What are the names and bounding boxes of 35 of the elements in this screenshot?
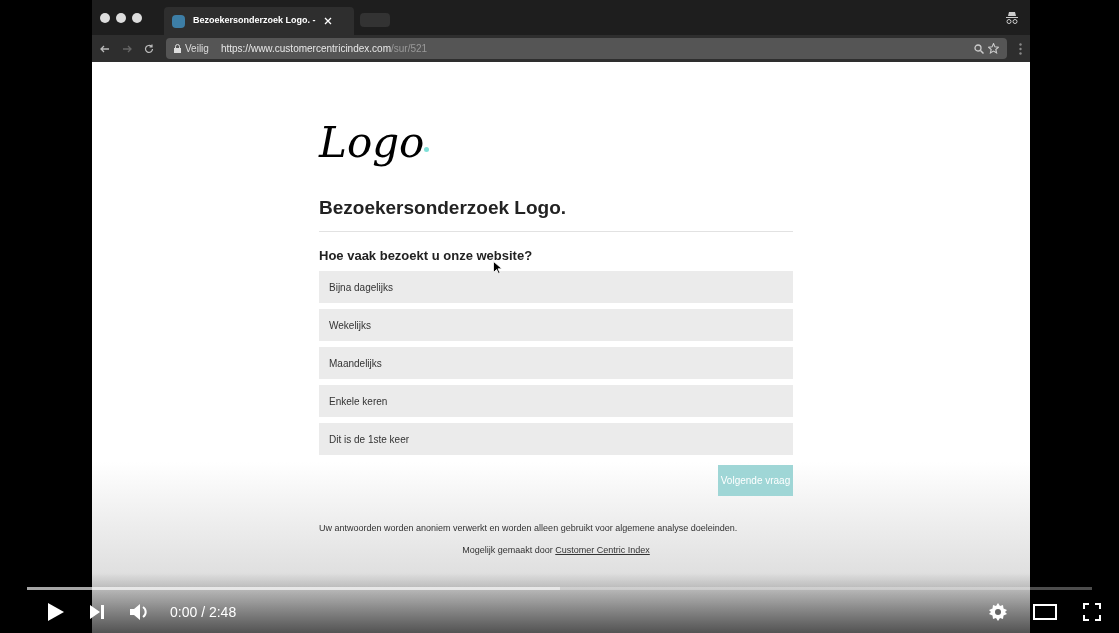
url-path: /sur/521	[390, 43, 428, 54]
fullscreen-icon[interactable]	[1083, 603, 1101, 621]
credit-text: Mogelijk gemaakt door	[462, 545, 553, 555]
star-icon[interactable]	[988, 43, 999, 54]
lock-icon	[174, 44, 181, 53]
privacy-notice: Uw antwoorden worden anoniem verwerkt en worden alleen gebruikt voor algemene analyse doeleinden.	[319, 522, 739, 535]
reload-icon[interactable]	[144, 43, 154, 54]
tab-title: Bezoekersonderzoek Logo. -	[193, 14, 316, 28]
play-icon[interactable]	[48, 603, 64, 621]
mouse-cursor-icon	[493, 261, 502, 274]
time-display: 0:00 / 2:48	[170, 602, 237, 622]
secure-label: Veilig	[185, 42, 209, 56]
answer-option[interactable]: Enkele keren	[319, 385, 793, 417]
close-icon[interactable]	[323, 17, 332, 25]
browser-tab[interactable]: Bezoekersonderzoek Logo. -	[164, 7, 354, 35]
site-favicon-icon	[172, 14, 185, 28]
answer-option[interactable]: Bijna dagelijks	[319, 271, 793, 303]
question-text: Hoe vaak bezoekt u onze website?	[319, 246, 534, 265]
page-title: Bezoekersonderzoek Logo.	[319, 196, 568, 220]
skip-next-icon[interactable]	[90, 605, 104, 619]
credit-link[interactable]: Customer Centric Index	[555, 545, 650, 555]
volume-icon[interactable]	[130, 603, 150, 621]
zoom-icon[interactable]	[974, 43, 984, 54]
address-bar[interactable]: Veilig https://www.customercentricindex.com/sur/521	[166, 38, 1007, 59]
answer-option[interactable]: Dit is de 1ste keer	[319, 423, 793, 455]
menu-icon[interactable]	[1019, 42, 1022, 55]
settings-icon[interactable]	[989, 603, 1007, 621]
url-text: https://www.customercentricindex.com	[220, 43, 391, 54]
forward-arrow-icon[interactable]	[122, 43, 132, 54]
progress-track[interactable]	[27, 587, 1092, 590]
answer-option[interactable]: Maandelijks	[319, 347, 793, 379]
back-arrow-icon[interactable]	[100, 43, 110, 54]
incognito-icon	[1006, 10, 1018, 25]
answer-option[interactable]: Wekelijks	[319, 309, 793, 341]
theater-mode-icon[interactable]	[1033, 604, 1057, 620]
